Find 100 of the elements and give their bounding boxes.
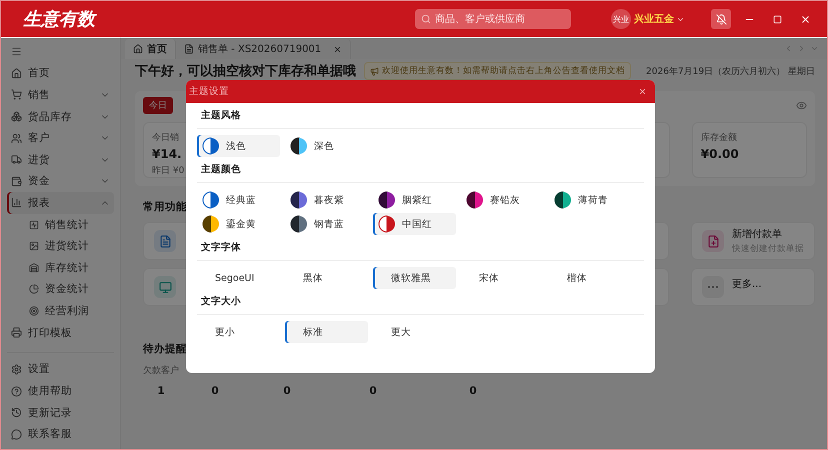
activity-chart-icon [29, 220, 39, 230]
sidebar-item[interactable]: 客户 [7, 127, 114, 149]
close-button[interactable] [638, 87, 647, 96]
menu-icon[interactable] [11, 46, 22, 58]
dialog-title: 主题设置 [189, 85, 229, 98]
section-title: 文字大小 [197, 295, 644, 315]
text-option[interactable]: 标准 [285, 321, 368, 343]
date-text: 2026年7月19日（农历六月初六） 星期日 [646, 66, 815, 78]
text-option[interactable]: 更小 [197, 321, 280, 343]
more-icon [702, 276, 724, 298]
stat-value: ¥14. [152, 147, 182, 161]
scroll-right-icon[interactable] [797, 44, 806, 52]
sidebar-item[interactable]: 打印模板 [7, 322, 114, 344]
scroll-left-icon[interactable] [784, 44, 793, 52]
eye-icon[interactable] [796, 100, 807, 111]
section-title: 待办提醒 [143, 342, 187, 356]
theme-option[interactable]: 薄荷青 [549, 189, 632, 211]
chat-icon [11, 428, 22, 440]
help-icon [11, 386, 22, 397]
user-avatar[interactable]: 兴业 [611, 9, 631, 29]
section-title: 主题风格 [197, 109, 644, 129]
text-option[interactable]: 楷体 [549, 267, 632, 289]
target-icon [29, 306, 39, 316]
monitor-icon [158, 280, 172, 294]
text-option[interactable]: 黑体 [285, 267, 368, 289]
add-document-icon [706, 234, 720, 248]
sidebar-item[interactable]: 报表 [7, 192, 114, 214]
period-badge[interactable]: 今日 [143, 97, 173, 114]
stat-label: 库存金额 [700, 132, 737, 144]
section-title: 常用功能 [143, 200, 187, 214]
section-title: 文字字体 [197, 241, 644, 261]
sidebar-subitem[interactable]: 经营利润 [7, 300, 114, 322]
megaphone-icon [370, 66, 379, 76]
document-icon [184, 44, 194, 54]
home-icon [133, 44, 143, 54]
action-title: 新增付款单 [732, 228, 782, 241]
close-icon [638, 87, 647, 96]
wallet-icon [11, 176, 22, 187]
user-name[interactable]: 兴业五金 [634, 12, 674, 26]
sidebar-item[interactable]: 设置 [7, 358, 114, 380]
pie-chart-icon [29, 284, 39, 294]
text-option[interactable]: SegoeUI [197, 267, 280, 289]
bell-slash-icon [716, 14, 726, 24]
text-option[interactable]: 宋体 [461, 267, 544, 289]
image-icon [29, 241, 39, 252]
theme-option[interactable]: 胭紫红 [373, 189, 456, 211]
theme-option[interactable]: 中国红 [373, 213, 456, 235]
history-icon [11, 407, 22, 418]
greeting-text: 下午好，可以抽空核对下库存和单据哦 [135, 62, 356, 80]
maximize-icon [772, 14, 782, 24]
todo-count: 1 [157, 385, 165, 397]
home-icon [11, 68, 22, 79]
close-icon[interactable] [333, 44, 342, 54]
theme-option[interactable]: 赛铅灰 [461, 189, 544, 211]
sidebar-item[interactable]: 进货 [7, 148, 114, 171]
notice-text: 欢迎使用生意有数！如需帮助请点击右上角公告查看使用文档 [382, 65, 625, 77]
sidebar-item[interactable]: 销售 [7, 84, 114, 106]
bar-chart-icon [11, 197, 22, 208]
settings-icon [11, 364, 22, 375]
warehouse-icon [29, 262, 39, 273]
text-option[interactable]: 更大 [373, 321, 456, 343]
action-title: 更多... [732, 278, 762, 291]
theme-option[interactable]: 钢青蓝 [285, 213, 368, 235]
theme-option[interactable]: 浅色 [197, 135, 280, 157]
tab[interactable]: 首页 [125, 39, 176, 59]
truck-icon [11, 154, 22, 166]
search-icon [421, 14, 431, 24]
section-title: 主题颜色 [197, 163, 644, 183]
sidebar-item[interactable]: 资金 [7, 170, 114, 192]
users-icon [11, 132, 22, 144]
todo-count: 0 [369, 385, 377, 397]
cart-icon [11, 89, 22, 100]
app-logo: 生意有数 [23, 8, 95, 31]
notification-toggle-button[interactable] [711, 9, 731, 29]
todo-count: 0 [469, 385, 477, 397]
sidebar-subitem[interactable]: 资金统计 [7, 278, 114, 300]
boxes-icon [11, 111, 22, 122]
todo-label: 欠款客户 [143, 364, 179, 377]
printer-icon [11, 327, 22, 338]
sidebar-item[interactable]: 使用帮助 [7, 380, 114, 402]
sidebar-subitem[interactable]: 库存统计 [7, 256, 114, 279]
search-field[interactable]: 商品、客户或供应商 [415, 9, 571, 29]
stat-label: 今日销 [152, 132, 179, 144]
theme-option[interactable]: 深色 [285, 135, 368, 157]
sidebar-item[interactable]: 联系客服 [7, 423, 114, 445]
sidebar-item[interactable]: 货品库存 [7, 106, 114, 128]
theme-option[interactable]: 鎏金黄 [197, 213, 280, 235]
sidebar-subitem[interactable]: 进货统计 [7, 235, 114, 257]
todo-count: 0 [211, 385, 219, 397]
sidebar-item[interactable]: 首页 [7, 62, 114, 84]
tab[interactable]: 销售单 - XS20260719001 [176, 39, 352, 59]
stat-compare: 昨日 ¥0 [152, 164, 184, 177]
todo-count: 0 [283, 385, 291, 397]
text-option[interactable]: 微软雅黑 [373, 267, 456, 289]
sidebar-item[interactable]: 更新记录 [7, 402, 114, 424]
more-actions-card[interactable]: 更多... [691, 268, 815, 306]
theme-option[interactable]: 暮夜紫 [285, 189, 368, 211]
document-icon [158, 234, 172, 248]
sidebar-subitem[interactable]: 销售统计 [7, 214, 114, 236]
theme-option[interactable]: 经典蓝 [197, 189, 280, 211]
